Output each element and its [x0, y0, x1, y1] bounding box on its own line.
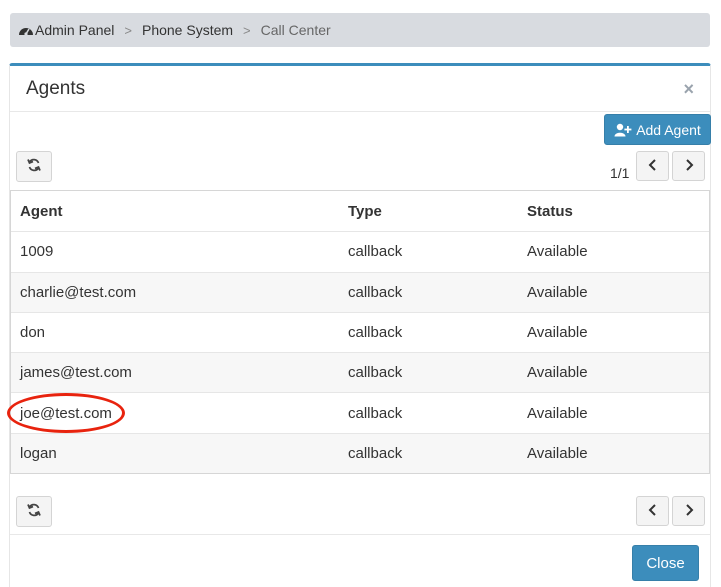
agent-cell: logan: [20, 444, 57, 462]
breadcrumb-separator: >: [124, 22, 132, 38]
close-icon[interactable]: ×: [683, 80, 694, 98]
user-plus-icon: [614, 123, 632, 137]
chevron-left-icon: [648, 503, 658, 519]
breadcrumb-call-center: Call Center: [260, 22, 331, 38]
table-row[interactable]: james@test.com callback Available: [11, 352, 709, 393]
add-agent-button[interactable]: Add Agent: [604, 114, 711, 145]
add-agent-label: Add Agent: [636, 121, 701, 138]
chevron-left-icon: [648, 158, 658, 174]
page-indicator: 1/1: [610, 165, 630, 181]
refresh-icon: [27, 158, 41, 175]
next-page-button[interactable]: [672, 496, 705, 526]
type-cell: callback: [348, 324, 403, 342]
close-button[interactable]: Close: [632, 545, 699, 581]
agents-table: Agent Type Status 1009 callback Availabl…: [10, 190, 710, 475]
agent-cell: 1009: [20, 243, 54, 261]
column-header-type[interactable]: Type: [339, 203, 519, 220]
type-cell: callback: [348, 444, 403, 462]
status-cell: Available: [527, 283, 588, 301]
next-page-button[interactable]: [672, 151, 705, 181]
status-cell: Available: [527, 364, 588, 382]
table-row[interactable]: don callback Available: [11, 311, 709, 352]
table-header-row: Agent Type Status: [11, 191, 709, 231]
breadcrumb: Admin Panel > Phone System > Call Center: [10, 13, 710, 47]
type-cell: callback: [348, 243, 403, 261]
agent-cell: charlie@test.com: [20, 283, 137, 301]
chevron-right-icon: [684, 503, 694, 519]
status-cell: Available: [527, 444, 588, 462]
panel-title: Agents: [26, 78, 86, 99]
chevron-right-icon: [684, 158, 694, 174]
table-row[interactable]: logan callback Available: [11, 432, 709, 474]
type-cell: callback: [348, 404, 403, 422]
footer-divider: [10, 534, 710, 535]
status-cell: Available: [527, 404, 588, 422]
refresh-button[interactable]: [16, 151, 52, 182]
refresh-button[interactable]: [16, 496, 52, 527]
agent-cell: james@test.com: [20, 364, 132, 382]
column-header-agent[interactable]: Agent: [11, 203, 339, 220]
status-cell: Available: [527, 324, 588, 342]
agent-cell: don: [20, 324, 46, 342]
table-row[interactable]: 1009 callback Available: [11, 231, 709, 271]
prev-page-button[interactable]: [636, 496, 669, 526]
breadcrumb-phone-system[interactable]: Phone System: [142, 22, 233, 38]
type-cell: callback: [348, 364, 403, 382]
highlight-annotation: [7, 393, 125, 433]
prev-page-button[interactable]: [636, 151, 669, 181]
refresh-icon: [27, 503, 41, 520]
type-cell: callback: [348, 283, 403, 301]
breadcrumb-admin-panel[interactable]: Admin Panel: [35, 22, 114, 38]
agents-panel: Agents × Add Agent 1/1 Agent Type Status…: [7, 63, 711, 587]
panel-header: Agents ×: [10, 66, 710, 112]
table-row[interactable]: charlie@test.com callback Available: [11, 271, 709, 312]
status-cell: Available: [527, 243, 588, 261]
breadcrumb-separator: >: [243, 22, 251, 38]
dashboard-icon: [18, 23, 34, 37]
column-header-status[interactable]: Status: [519, 203, 709, 220]
